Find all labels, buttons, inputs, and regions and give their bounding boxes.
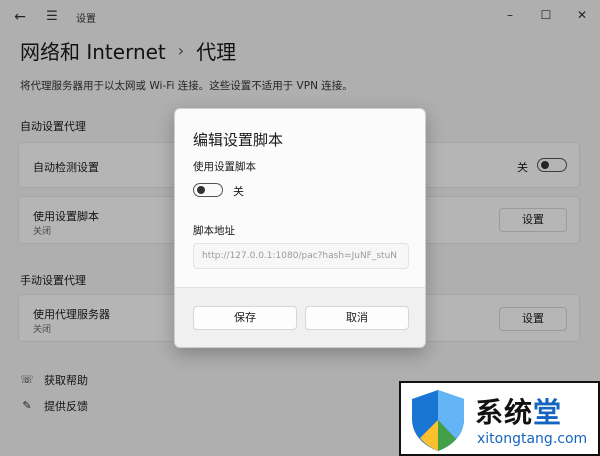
watermark-brand: 系统堂 bbox=[475, 391, 562, 431]
use-script-toggle[interactable] bbox=[193, 183, 223, 197]
dialog-title: 编辑设置脚本 bbox=[193, 131, 284, 149]
cancel-button[interactable]: 取消 bbox=[305, 306, 409, 330]
edit-script-dialog: 编辑设置脚本 使用设置脚本 关 脚本地址 http://127.0.0.1:10… bbox=[174, 108, 426, 348]
watermark-url: xitongtang.com bbox=[477, 431, 588, 447]
watermark-brand-part2: 堂 bbox=[533, 396, 563, 429]
shield-logo-icon bbox=[412, 390, 464, 451]
use-script-label: 使用设置脚本 bbox=[193, 161, 256, 173]
watermark-brand-part1: 系统 bbox=[475, 396, 534, 429]
script-address-label: 脚本地址 bbox=[193, 225, 235, 237]
save-button[interactable]: 保存 bbox=[193, 306, 297, 330]
script-address-input[interactable]: http://127.0.0.1:1080/pac?hash=JuNF_stuN bbox=[193, 243, 409, 269]
watermark: 系统堂 xitongtang.com bbox=[399, 381, 600, 456]
dialog-footer: 保存 取消 bbox=[175, 287, 425, 347]
use-script-toggle-label: 关 bbox=[233, 185, 244, 198]
